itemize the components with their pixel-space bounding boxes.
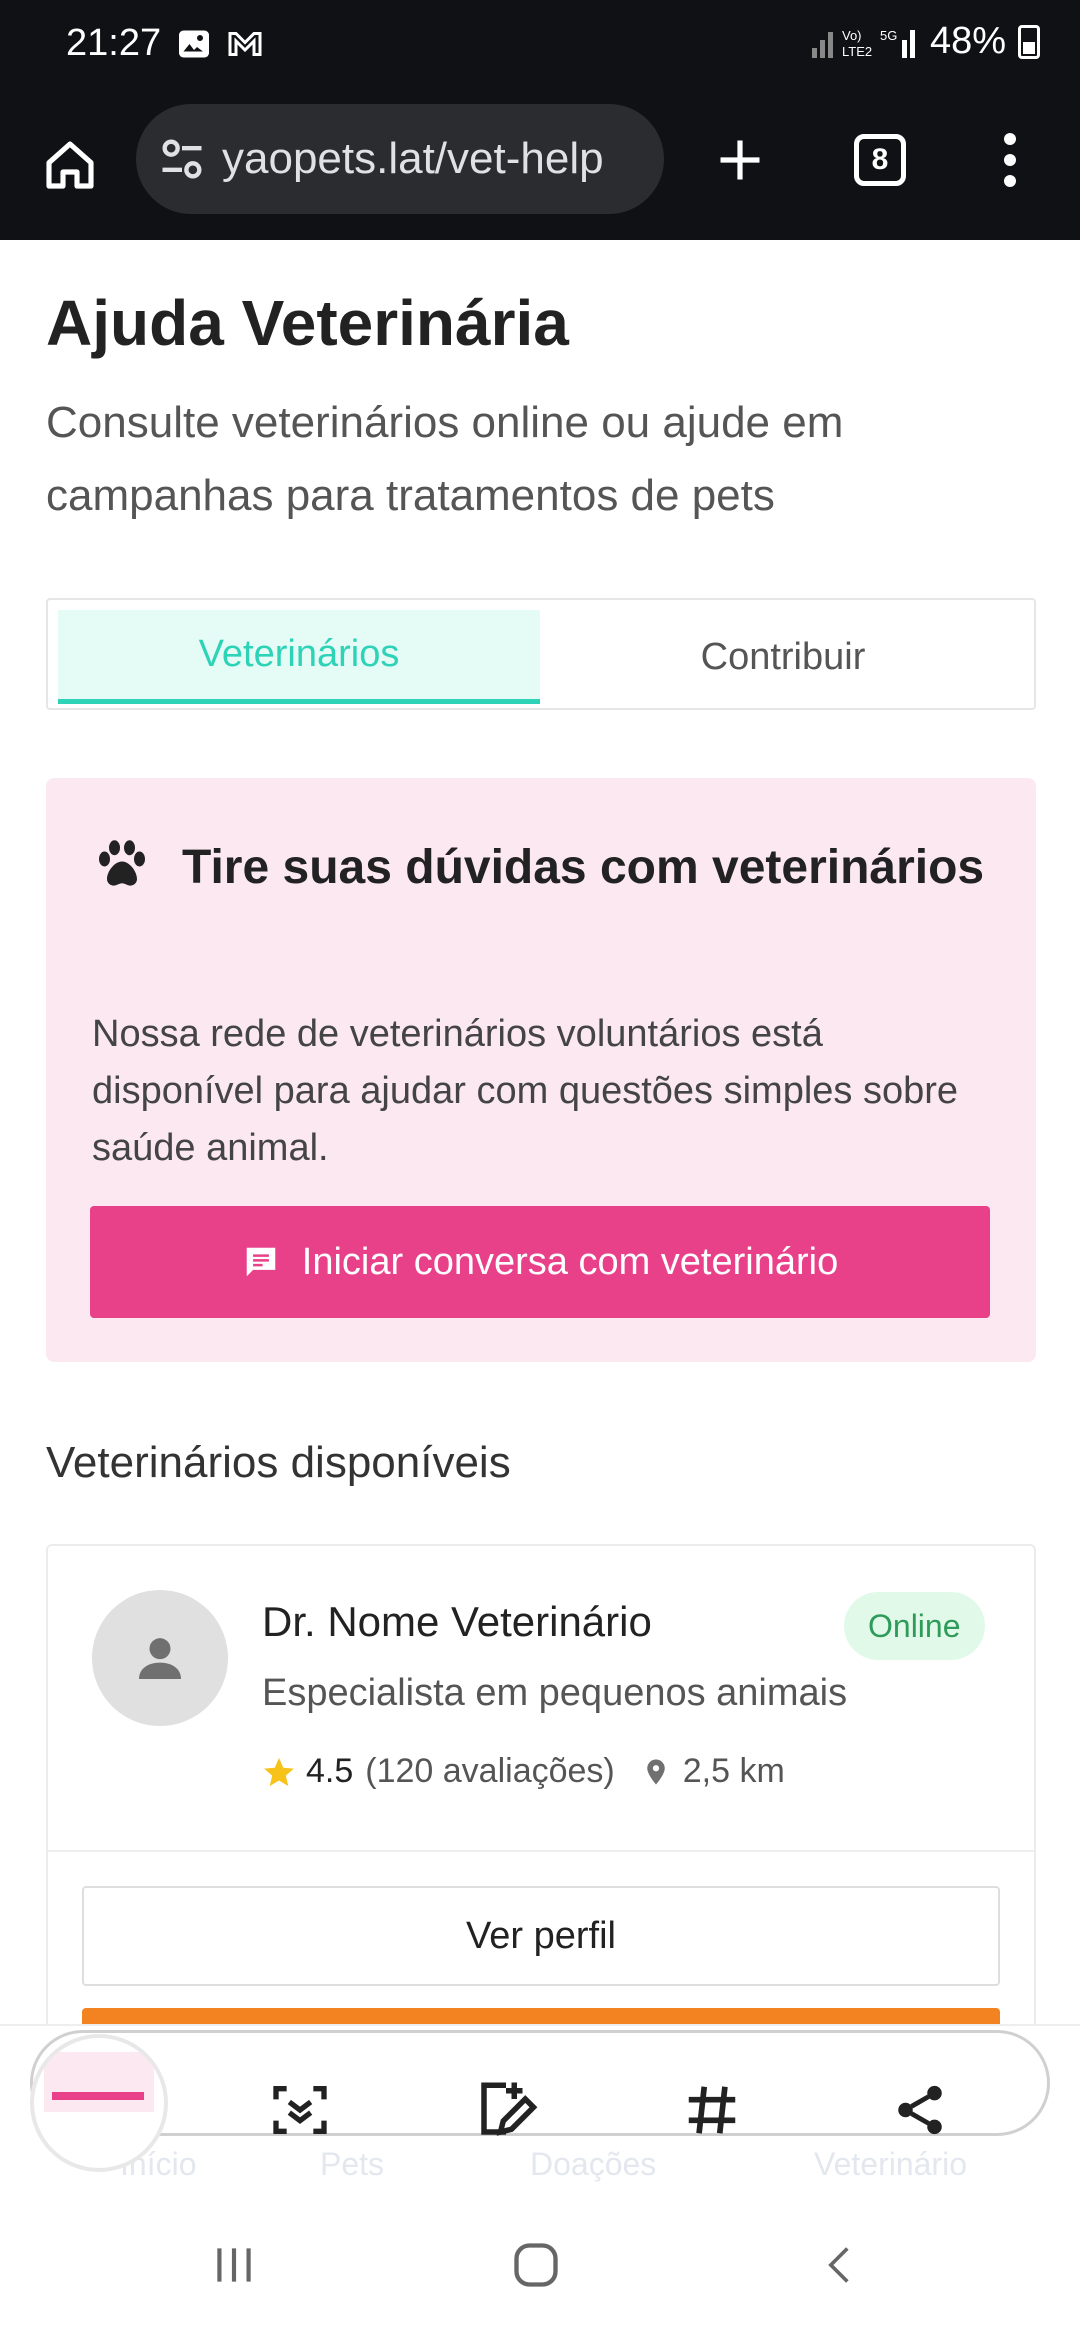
- bottom-nav-doacoes[interactable]: Doações: [530, 2146, 656, 2183]
- address-bar[interactable]: yaopets.lat/vet-help: [136, 104, 664, 214]
- home-nav-button[interactable]: [496, 2230, 576, 2300]
- promo-title: Tire suas dúvidas com veterinários: [182, 841, 985, 894]
- location-pin-icon: [647, 1759, 665, 1784]
- plus-icon: [720, 140, 760, 180]
- start-vet-chat-label: Iniciar conversa com veterinário: [301, 1240, 839, 1283]
- signal-icon: Vo)LTE2 5G: [811, 28, 915, 59]
- svg-text:5G: 5G: [880, 28, 897, 43]
- status-bar: 21:27 Vo) LTE2 5G 48%: [0, 0, 1080, 90]
- promo-text: Nossa rede de veterinários voluntários e…: [92, 1013, 959, 1169]
- vet-location: 2,5 km: [641, 1752, 785, 1791]
- page-subtitle: Consulte veterinários online ou ajude em…: [46, 398, 844, 520]
- bottom-nav-veterinario[interactable]: Veterinário: [814, 2146, 967, 2183]
- star-icon: [264, 1757, 294, 1786]
- tab-count: 8: [854, 134, 906, 186]
- image-notification-icon: [179, 30, 209, 58]
- system-nav-bar: [0, 2190, 1080, 2340]
- back-button[interactable]: [800, 2230, 880, 2300]
- vet-rating: 4.5: [306, 1752, 354, 1790]
- vet-specialty: Especialista em pequenos animais: [262, 1672, 848, 1714]
- home-icon: [46, 141, 94, 189]
- tab-switcher-button[interactable]: 8: [840, 120, 920, 200]
- browser-toolbar: yaopets.lat/vet-help 8: [0, 90, 1080, 240]
- notification-icons: [176, 26, 264, 62]
- vet-distance: 2,5 km: [682, 1752, 785, 1790]
- new-tab-button[interactable]: [700, 120, 780, 200]
- battery-percent: 48%: [929, 20, 1006, 62]
- chat-icon: [246, 1247, 276, 1277]
- vet-meta: 4.5 (120 avaliações) 2,5 km: [262, 1752, 785, 1791]
- person-icon: [139, 1638, 181, 1679]
- svg-text:LTE2: LTE2: [842, 44, 872, 59]
- edit-icon[interactable]: [466, 2070, 546, 2150]
- start-vet-chat-button[interactable]: Iniciar conversa com veterinário: [90, 1206, 990, 1318]
- battery-icon: [1018, 24, 1040, 59]
- vet-reviews: (120 avaliações): [365, 1752, 615, 1790]
- url-text[interactable]: yaopets.lat/vet-help: [222, 134, 604, 184]
- tune-icon[interactable]: [156, 133, 208, 185]
- home-circle-icon: [514, 2243, 558, 2287]
- tab-contribuir[interactable]: Contribuir: [542, 610, 1024, 704]
- page-title: Ajuda Veterinária: [46, 287, 569, 359]
- svg-text:Vo): Vo): [842, 28, 862, 43]
- section-title: Veterinários disponíveis: [46, 1438, 511, 1487]
- more-vert-icon[interactable]: [980, 120, 1040, 200]
- scan-icon[interactable]: [260, 2070, 340, 2150]
- share-icon[interactable]: [880, 2070, 960, 2150]
- status-badge: Online: [844, 1592, 985, 1660]
- status-time: 21:27: [66, 22, 162, 64]
- bottom-nav-pets[interactable]: Pets: [320, 2146, 384, 2183]
- back-icon: [828, 2247, 849, 2283]
- hashtag-icon[interactable]: [672, 2070, 752, 2150]
- recent-apps-button[interactable]: [194, 2230, 274, 2300]
- mail-notification-icon: [228, 32, 262, 56]
- home-button[interactable]: [30, 125, 110, 205]
- status-right: Vo) LTE2 5G 48%: [808, 20, 1040, 63]
- avatar: [92, 1590, 228, 1726]
- divider: [48, 1850, 1034, 1852]
- tab-bar: Veterinários Contribuir: [46, 598, 1036, 710]
- recents-icon: [217, 2248, 251, 2282]
- tab-veterinarios[interactable]: Veterinários: [58, 610, 540, 704]
- vet-chat-promo-card: Tire suas dúvidas com veterinários Nossa…: [46, 778, 1036, 1362]
- vet-card: Dr. Nome Veterinário Online Especialista…: [46, 1544, 1036, 2048]
- view-profile-button[interactable]: Ver perfil: [82, 1886, 1000, 1986]
- vet-name: Dr. Nome Veterinário: [262, 1598, 652, 1645]
- screenshot-thumbnail[interactable]: [30, 2034, 168, 2172]
